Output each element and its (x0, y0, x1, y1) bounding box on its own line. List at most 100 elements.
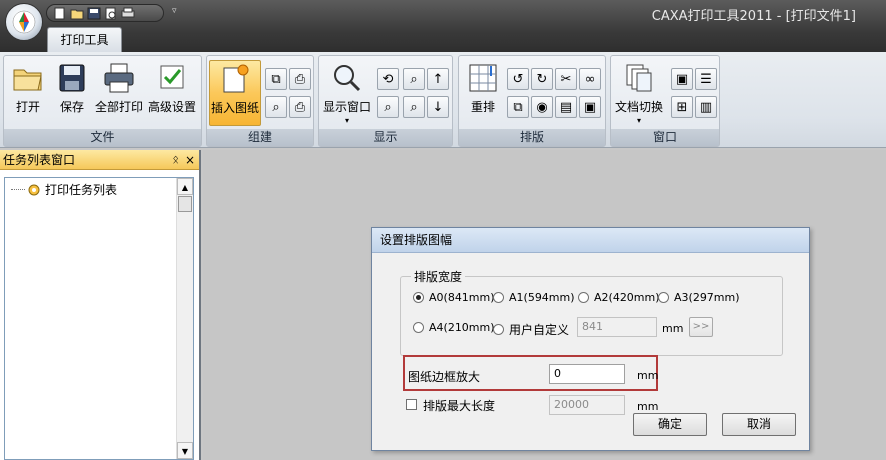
max-length-input[interactable]: 20000 (549, 395, 625, 415)
rearrange-grid-icon (467, 62, 499, 94)
layout-rotate-button[interactable]: ↻ (531, 68, 553, 90)
rearrange-button[interactable]: 重排 (463, 60, 503, 126)
open-label: 打开 (15, 100, 40, 114)
chevron-down-icon: ▾ (344, 116, 349, 125)
export-icon: ▣ (583, 99, 597, 115)
radio-a2-dot (578, 292, 589, 303)
close-icon[interactable]: × (185, 150, 195, 170)
print-icon[interactable] (121, 7, 135, 20)
radio-a2[interactable]: A2(420mm) (578, 291, 660, 304)
checkmark-icon (156, 62, 188, 94)
radio-a4[interactable]: A4(210mm) (413, 321, 495, 334)
advanced-settings-button[interactable]: 高级设置 (147, 60, 197, 126)
open-folder-icon[interactable] (70, 7, 84, 20)
zoom-pan-icon: ⟲ (382, 71, 394, 87)
radio-a3-label: A3(297mm) (674, 291, 740, 304)
print-preview-icon[interactable] (104, 7, 118, 20)
max-length-checkbox[interactable] (406, 399, 417, 410)
border-scale-input[interactable]: 0 (549, 364, 625, 384)
zoom-in-button[interactable]: ⌕ (403, 68, 425, 90)
tile-grid-button[interactable]: ⊞ (671, 96, 693, 118)
display-window-label: 显示窗口 (322, 100, 371, 114)
arrow-up-button[interactable]: ↑ (427, 68, 449, 90)
display-window-button[interactable]: 显示窗口 ▾ (321, 60, 373, 126)
ribbon-group-layout: 重排 ↺ ↻ ✂ ∞ ⧉ ◉ ▤ ▣ 排版 (458, 55, 606, 147)
group-label-window: 窗口 (611, 129, 719, 146)
radio-a1-label: A1(594mm) (509, 291, 575, 304)
group-label-layout: 排版 (459, 129, 605, 146)
print-all-button[interactable]: 全部打印 (94, 60, 144, 126)
tree-scrollbar[interactable]: ▲ ▼ (176, 178, 193, 459)
zoom-window-button[interactable]: ⌕ (403, 96, 425, 118)
sheet-print-button[interactable]: ⎙ (289, 68, 311, 90)
ribbon-group-window: 文档切换 ▾ ▣ ☰ ⊞ ▥ 窗口 (610, 55, 720, 147)
sheet-printer-button[interactable]: ⎙ (289, 96, 311, 118)
custom-width-unit: mm (662, 322, 684, 335)
layout-sheet-button[interactable]: ▤ (555, 96, 577, 118)
zoom-window-icon: ⌕ (410, 99, 418, 115)
layout-copy-button[interactable]: ⧉ (507, 96, 529, 118)
layout-sheet-dialog: 设置排版图幅 排版宽度 A0(841mm) A1(594mm) A2(420mm… (371, 227, 810, 451)
zoom-out-icon: ⌕ (384, 99, 392, 115)
cascade-button[interactable]: ▣ (671, 68, 693, 90)
doc-switch-label: 文档切换 (614, 100, 663, 114)
radio-a0[interactable]: A0(841mm) (413, 291, 495, 304)
layout-export-button[interactable]: ▣ (579, 96, 601, 118)
zoom-out-button[interactable]: ⌕ (377, 96, 399, 118)
save-button[interactable]: 保存 (52, 60, 92, 126)
sheet-copy-icon: ⧉ (271, 71, 281, 87)
more-button[interactable]: >> (689, 317, 713, 337)
scroll-down-icon[interactable]: ▼ (177, 442, 193, 459)
layout-tool-1[interactable]: ↺ (507, 68, 529, 90)
ok-button[interactable]: 确定 (633, 413, 707, 436)
arrow-down-button[interactable]: ↓ (427, 96, 449, 118)
new-file-icon[interactable] (53, 7, 67, 20)
custom-width-input[interactable]: 841 (577, 317, 657, 337)
radio-a1-dot (493, 292, 504, 303)
sheet-find-button[interactable]: ⌕ (265, 96, 287, 118)
pin-icon[interactable]: ᛟ (172, 150, 179, 170)
insert-sheet-button[interactable]: 插入图纸 (209, 60, 261, 126)
task-list-panel: 任务列表窗口 ᛟ × 打印任务列表 ▲ ▼ (0, 150, 201, 460)
app-menu-button[interactable] (5, 3, 43, 41)
layout-cut-button[interactable]: ✂ (555, 68, 577, 90)
layout-eye-button[interactable]: ◉ (531, 96, 553, 118)
radio-a1[interactable]: A1(594mm) (493, 291, 575, 304)
qat-customize-icon[interactable]: ▿ (172, 6, 177, 16)
glasses-icon: ∞ (584, 71, 596, 87)
rearrange-label: 重排 (470, 100, 495, 114)
cancel-button[interactable]: 取消 (722, 413, 796, 436)
radio-custom[interactable]: 用户自定义 (493, 321, 569, 338)
border-scale-unit: mm (637, 369, 659, 382)
ribbon-group-file: 打开 保存 全部打印 高级设置 文件 (3, 55, 202, 147)
arrow-down-icon: ↓ (432, 99, 444, 115)
ribbon-group-display: 显示窗口 ▾ ⟲ ⌕ ↑ ⌕ ⌕ ↓ 显示 (318, 55, 453, 147)
zoom-pan-button[interactable]: ⟲ (377, 68, 399, 90)
print-all-label: 全部打印 (94, 100, 143, 114)
save-icon[interactable] (87, 7, 101, 20)
max-length-unit: mm (637, 400, 659, 413)
radio-a4-dot (413, 322, 424, 333)
scroll-thumb[interactable] (178, 196, 192, 212)
border-scale-label: 图纸边框放大 (408, 370, 481, 384)
sheet-copy-button[interactable]: ⧉ (265, 68, 287, 90)
scissors-icon: ✂ (560, 71, 572, 87)
radio-a3-dot (658, 292, 669, 303)
tile-vertical-button[interactable]: ▥ (695, 96, 717, 118)
tab-print-tool[interactable]: 打印工具 (47, 27, 122, 52)
open-button[interactable]: 打开 (8, 60, 48, 126)
save-label: 保存 (59, 100, 84, 114)
sheet-print-icon: ⎙ (294, 71, 306, 87)
tile-grid-icon: ⊞ (676, 99, 688, 115)
layout-view-button[interactable]: ∞ (579, 68, 601, 90)
radio-a3[interactable]: A3(297mm) (658, 291, 740, 304)
tile-horizontal-button[interactable]: ☰ (695, 68, 717, 90)
tile-horizontal-icon: ☰ (700, 71, 712, 87)
radio-a0-dot (413, 292, 424, 303)
doc-switch-button[interactable]: 文档切换 ▾ (613, 60, 665, 126)
scroll-up-icon[interactable]: ▲ (177, 178, 193, 195)
layout-tool-1-icon: ↺ (512, 71, 524, 87)
printer-icon (103, 62, 135, 94)
magnifier-icon (331, 62, 363, 94)
tree-item-print-tasks[interactable]: 打印任务列表 (27, 181, 117, 198)
